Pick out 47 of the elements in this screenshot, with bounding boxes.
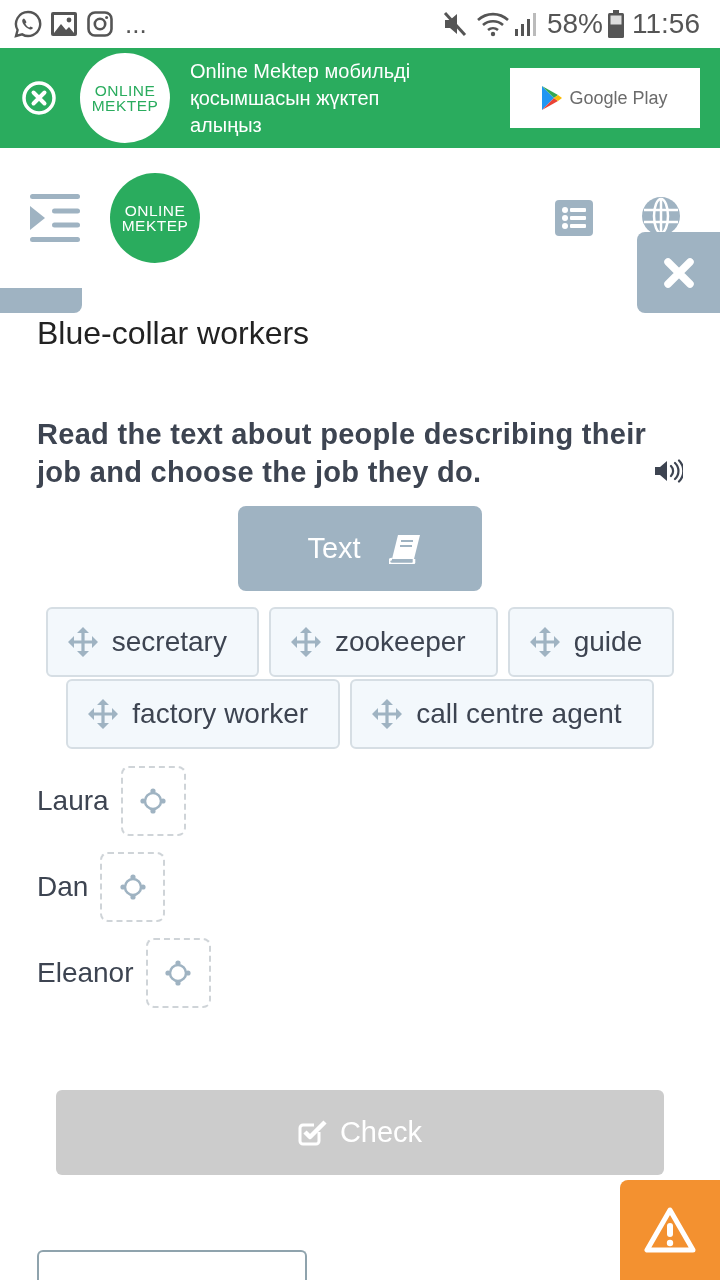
move-icon <box>529 627 560 657</box>
warning-icon <box>644 1207 696 1253</box>
app-logo: ONLINE MEKTEP <box>80 53 170 143</box>
drop-zone[interactable] <box>100 852 166 922</box>
download-app-message: Online Mektep мобильді қосымшасын жүктеп алыңыз <box>190 58 412 138</box>
battery-icon <box>608 10 624 38</box>
drop-zone[interactable] <box>145 938 211 1008</box>
globe-icon[interactable] <box>642 197 680 235</box>
move-icon <box>88 699 119 729</box>
play-triangle-icon <box>542 86 563 110</box>
word-chip[interactable]: factory worker <box>66 679 341 749</box>
word-chip[interactable]: guide <box>507 607 675 677</box>
menu-icon[interactable] <box>30 194 80 242</box>
more-notifications-indicator: ... <box>125 8 147 40</box>
camera-icon <box>87 11 113 37</box>
image-icon <box>51 12 77 36</box>
wifi-icon <box>476 11 509 37</box>
crosshair-icon <box>165 960 191 986</box>
person-name: Dan <box>37 871 89 903</box>
person-name: Eleanor <box>37 957 134 989</box>
muted-speaker-icon <box>442 11 467 37</box>
close-icon <box>663 257 694 288</box>
word-chip[interactable]: secretary <box>45 607 259 677</box>
close-button[interactable] <box>637 232 720 313</box>
checked-box-icon <box>297 1118 328 1147</box>
lesson-title: Blue-collar workers <box>37 314 310 353</box>
book-icon <box>388 533 421 564</box>
crosshair-icon <box>119 874 146 900</box>
warning-button[interactable] <box>620 1180 720 1280</box>
word-chip[interactable]: zookeeper <box>268 607 498 677</box>
speaker-icon[interactable] <box>654 459 683 483</box>
word-chip[interactable]: call centre agent <box>350 679 654 749</box>
drop-zone[interactable] <box>120 766 186 836</box>
list-icon[interactable] <box>555 200 593 236</box>
signal-icon <box>512 11 537 37</box>
sidebar-handle[interactable] <box>0 288 82 313</box>
move-icon <box>67 627 98 657</box>
battery-percentage: 58% <box>546 8 603 40</box>
person-name: Laura <box>37 785 109 817</box>
chat-bubble-icon <box>14 10 42 38</box>
move-icon <box>290 627 321 657</box>
move-icon <box>372 699 403 729</box>
clock-time: 11:56 <box>632 8 700 40</box>
instruction-text: Read the text about people describing their job and choose the job they do. <box>37 417 648 490</box>
crosshair-icon <box>140 788 167 814</box>
google-play-button[interactable]: Google Play <box>510 68 700 128</box>
close-icon[interactable] <box>22 81 56 115</box>
